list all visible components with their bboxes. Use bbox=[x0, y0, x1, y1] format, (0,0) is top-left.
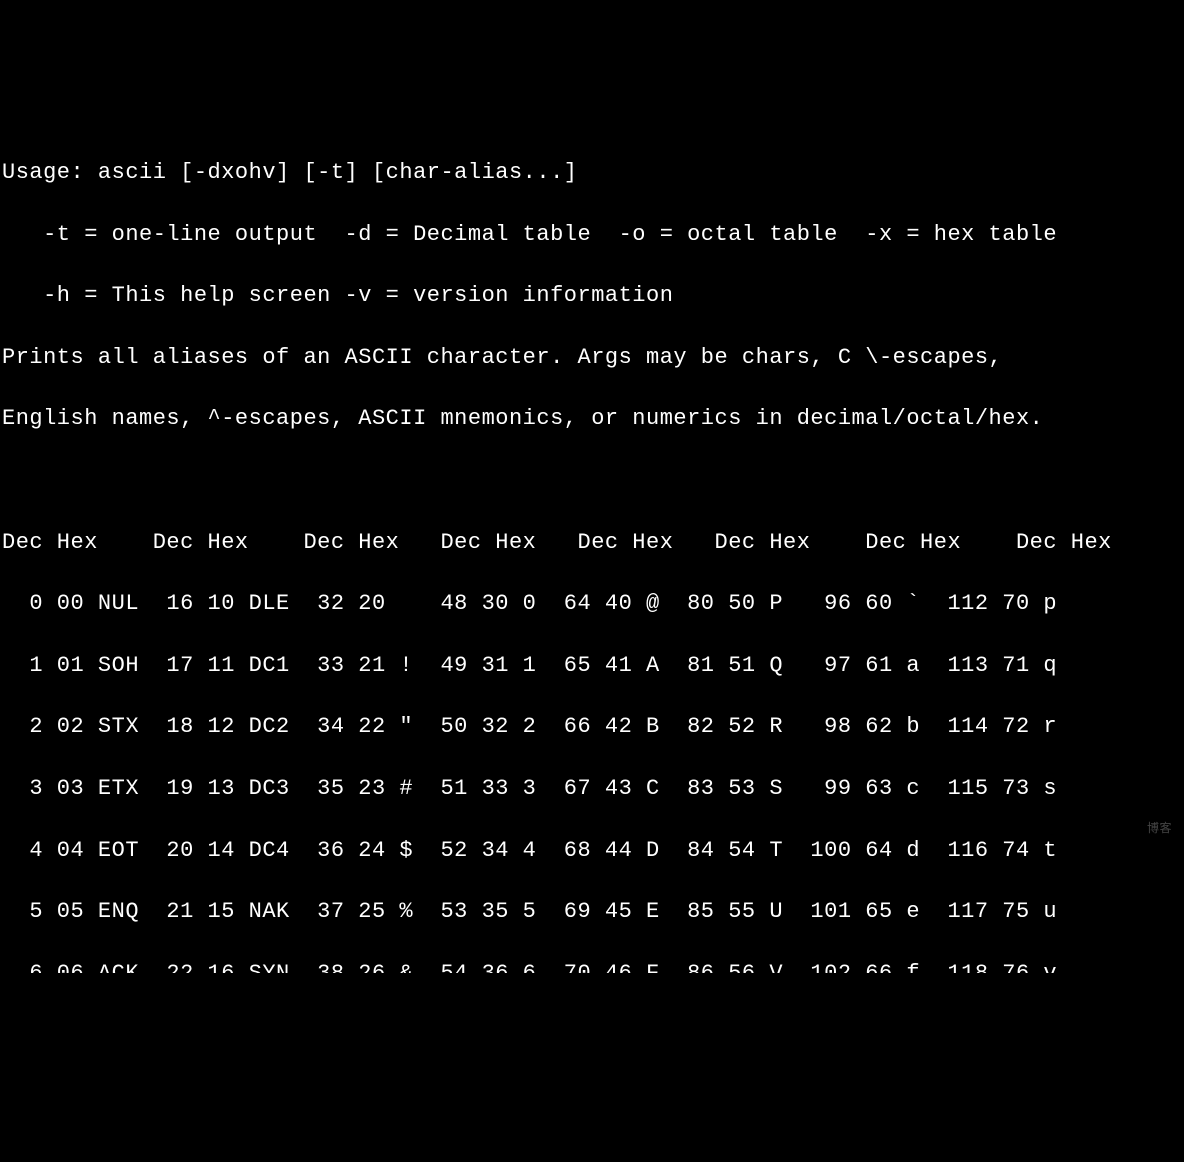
description-line-1: Prints all aliases of an ASCII character… bbox=[2, 343, 1184, 374]
table-row: 3 03 ETX 19 13 DC3 35 23 # 51 33 3 67 43… bbox=[2, 774, 1184, 805]
table-row: 6 06 ACK 22 16 SYN 38 26 & 54 36 6 70 46… bbox=[2, 959, 1184, 973]
options-line-2: -h = This help screen -v = version infor… bbox=[2, 281, 1184, 312]
table-row: 2 02 STX 18 12 DC2 34 22 " 50 32 2 66 42… bbox=[2, 712, 1184, 743]
watermark-text: 博客 bbox=[1147, 821, 1172, 838]
usage-line: Usage: ascii [-dxohv] [-t] [char-alias..… bbox=[2, 158, 1184, 189]
terminal-output: Usage: ascii [-dxohv] [-t] [char-alias..… bbox=[2, 127, 1184, 973]
table-row: 4 04 EOT 20 14 DC4 36 24 $ 52 34 4 68 44… bbox=[2, 836, 1184, 867]
blank-line bbox=[2, 466, 1184, 497]
table-header: Dec Hex Dec Hex Dec Hex Dec Hex Dec Hex … bbox=[2, 528, 1184, 559]
options-line-1: -t = one-line output -d = Decimal table … bbox=[2, 220, 1184, 251]
table-row: 1 01 SOH 17 11 DC1 33 21 ! 49 31 1 65 41… bbox=[2, 651, 1184, 682]
table-row: 0 00 NUL 16 10 DLE 32 20 48 30 0 64 40 @… bbox=[2, 589, 1184, 620]
description-line-2: English names, ^-escapes, ASCII mnemonic… bbox=[2, 404, 1184, 435]
table-row: 5 05 ENQ 21 15 NAK 37 25 % 53 35 5 69 45… bbox=[2, 897, 1184, 928]
